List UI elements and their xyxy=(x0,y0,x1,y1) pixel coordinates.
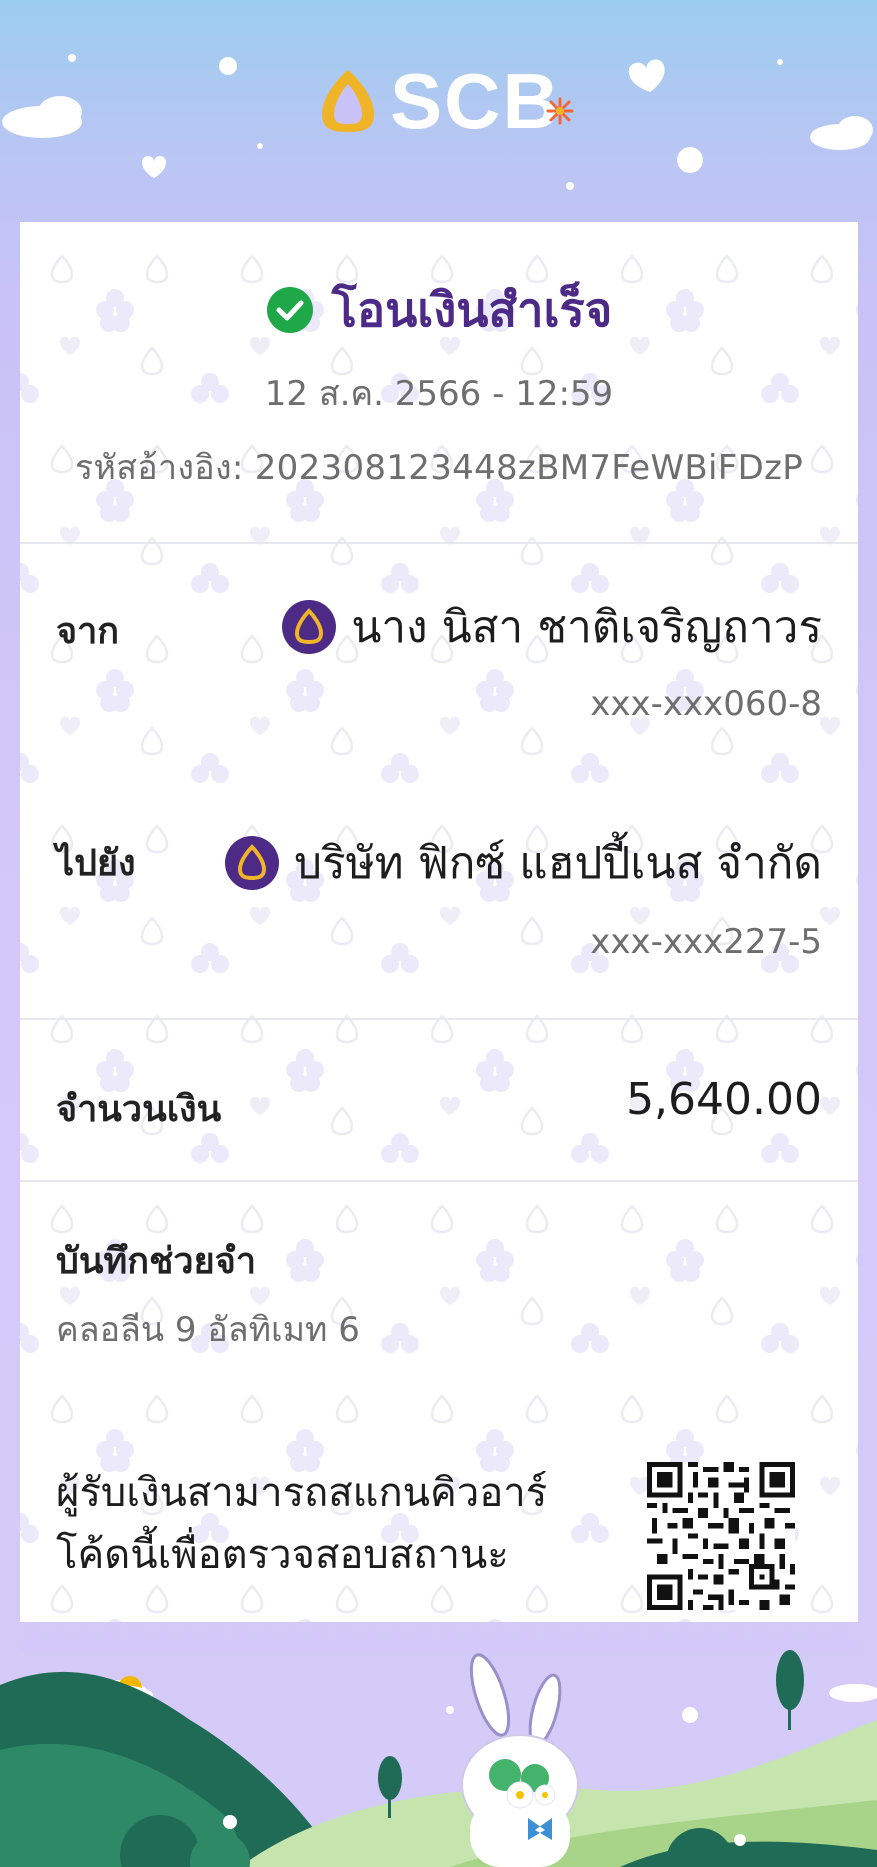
divider xyxy=(20,542,858,544)
qr-note: ผู้รับเงินสามารถสแกนคิวอาร์โค้ดนี้เพื่อต… xyxy=(56,1470,548,1578)
landscape-illustration xyxy=(0,1650,877,1867)
qr-code[interactable] xyxy=(647,1462,795,1610)
transaction-datetime: 12 ส.ค. 2566 - 12:59 xyxy=(264,374,614,414)
scb-emblem-icon xyxy=(322,70,375,132)
divider xyxy=(20,1180,858,1182)
check-circle-icon xyxy=(266,286,313,333)
scb-logo: SCB xyxy=(0,56,877,146)
brand-name: SCB xyxy=(390,56,561,145)
star-icon xyxy=(546,97,574,125)
from-account: xxx-xxx060-8 xyxy=(590,684,822,724)
to-label: ไปยัง xyxy=(56,843,136,884)
receipt-card: โอนเงินสำเร็จ 12 ส.ค. 2566 - 12:59 รหัสอ… xyxy=(20,222,858,1622)
amount-label: จำนวนเงิน xyxy=(56,1089,222,1130)
to-name: บริษัท ฟิกซ์ แฮปปี้เนส จำกัด xyxy=(294,838,822,889)
rabbit-mascot xyxy=(461,1653,579,1867)
memo-text: คลอลีน 9 อัลทิเมท 6 xyxy=(56,1310,360,1350)
status-row: โอนเงินสำเร็จ xyxy=(20,272,858,347)
to-account: xxx-xxx227-5 xyxy=(590,922,822,962)
amount-value: 5,640.00 xyxy=(626,1074,822,1125)
status-text: โอนเงินสำเร็จ xyxy=(331,283,613,338)
divider xyxy=(20,1018,858,1020)
from-name: นาง นิสา ชาติเจริญถาวร xyxy=(351,602,822,653)
scb-bank-icon xyxy=(282,600,337,654)
from-label: จาก xyxy=(56,611,120,652)
from-party: นาง นิสา ชาติเจริญถาวร xyxy=(281,592,822,662)
reference-id: รหัสอ้างอิง: 202308123448zBM7FeWBiFDzP xyxy=(74,448,804,488)
memo-label: บันทึกช่วยจำ xyxy=(56,1241,257,1282)
scb-bank-icon xyxy=(225,836,280,890)
to-party: บริษัท ฟิกซ์ แฮปปี้เนส จำกัด xyxy=(224,828,822,898)
